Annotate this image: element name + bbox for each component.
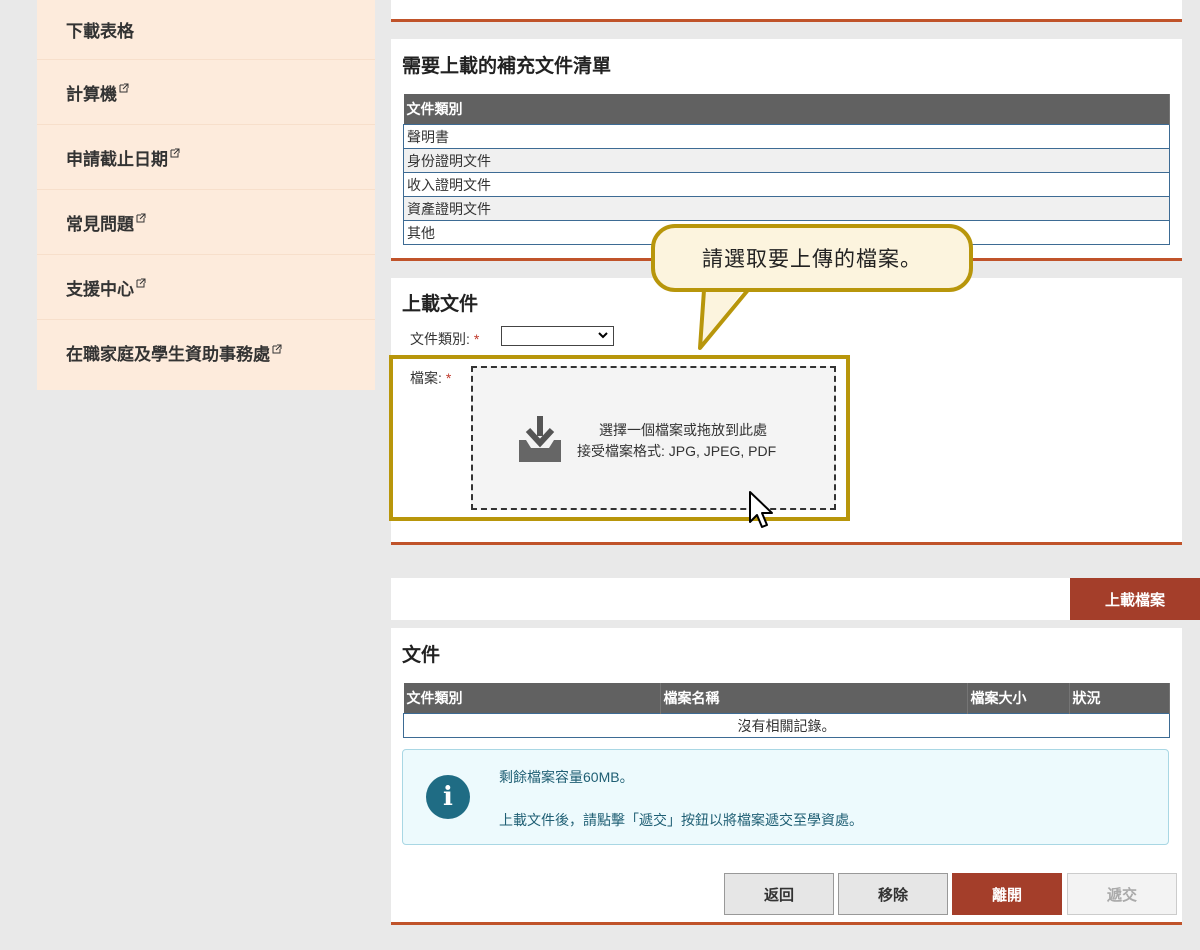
section-title: 文件: [402, 645, 441, 666]
table-row: 身份證明文件: [403, 148, 1170, 173]
file-dropzone[interactable]: 選擇一個檔案或拖放到此處 接受檔案格式: JPG, JPEG, PDF: [471, 366, 836, 510]
dropzone-text: 選擇一個檔案或拖放到此處 接受檔案格式: JPG, JPEG, PDF: [577, 420, 776, 462]
sidebar-item-deadlines[interactable]: 申請截止日期: [37, 125, 375, 190]
label-text: 檔案:: [410, 370, 442, 386]
sidebar-item-calculator[interactable]: 計算機: [37, 60, 375, 125]
top-panel: [391, 0, 1182, 22]
mouse-cursor-icon: [749, 491, 773, 528]
upload-bar: 上載檔案: [391, 578, 1200, 620]
upload-file-button[interactable]: 上載檔案: [1070, 578, 1200, 620]
section-title: 需要上載的補充文件清單: [402, 56, 612, 77]
supplementary-docs-table: 文件類別 聲明書 身份證明文件 收入證明文件 資產證明文件 其他: [403, 94, 1170, 245]
file-label: 檔案: *: [410, 368, 451, 388]
dropzone-formats: 接受檔案格式: JPG, JPEG, PDF: [577, 443, 777, 459]
documents-panel: 文件 文件類別 檔案名稱 檔案大小 狀況 沒有相關記錄。 i 剩餘檔案容量60M…: [391, 628, 1182, 925]
section-title: 上載文件: [402, 294, 479, 315]
info-text: 剩餘檔案容量60MB。: [499, 769, 634, 785]
table-row: 收入證明文件: [403, 172, 1170, 197]
external-link-icon: [170, 148, 180, 158]
documents-table: 文件類別 檔案名稱 檔案大小 狀況 沒有相關記錄。: [403, 683, 1170, 738]
label-text: 文件類別:: [410, 331, 470, 347]
column-header: 文件類別: [403, 94, 1170, 125]
sidebar-item-label: 下載表格: [66, 22, 134, 42]
table-row: 資產證明文件: [403, 196, 1170, 221]
column-header: 狀況: [1069, 683, 1170, 714]
download-tray-icon: [519, 416, 561, 462]
table-row: 聲明書: [403, 124, 1170, 149]
button-label: 離開: [991, 886, 1022, 904]
leave-button[interactable]: 離開: [952, 873, 1062, 915]
tooltip-callout: 請選取要上傳的檔案。: [651, 224, 973, 292]
sidebar-item-label: 申請截止日期: [66, 149, 168, 170]
tooltip-text: 請選取要上傳的檔案。: [702, 248, 922, 271]
sidebar-item-label: 支援中心: [66, 279, 134, 300]
submit-button[interactable]: 遞交: [1067, 873, 1177, 915]
required-mark: *: [473, 331, 480, 347]
chevron-down-icon: [598, 332, 608, 339]
sidebar-item-label: 常見問題: [66, 214, 134, 235]
button-label: 遞交: [1106, 886, 1137, 904]
column-header: 檔案名稱: [660, 683, 968, 714]
doc-type-label: 文件類別: *: [410, 329, 479, 349]
sidebar-item-download-forms[interactable]: 下載表格: [37, 0, 375, 60]
sidebar-item-support[interactable]: 支援中心: [37, 255, 375, 320]
external-link-icon: [272, 344, 282, 353]
remove-button[interactable]: 移除: [838, 873, 948, 915]
sidebar-item-faq[interactable]: 常見問題: [37, 190, 375, 255]
column-header: 檔案大小: [967, 683, 1070, 714]
info-text: 上載文件後，請點擊「遞交」按鈕以將檔案遞交至學資處。: [499, 812, 863, 828]
info-icon: i: [426, 775, 470, 819]
required-mark: *: [445, 370, 452, 386]
button-label: 上載檔案: [1104, 591, 1165, 609]
button-label: 移除: [877, 886, 908, 904]
doc-type-select[interactable]: [501, 326, 614, 346]
back-button[interactable]: 返回: [724, 873, 834, 915]
external-link-icon: [136, 213, 146, 223]
dropzone-instruction: 選擇一個檔案或拖放到此處: [599, 422, 767, 438]
sidebar-nav: 下載表格 計算機 申請截止日期 常見問題 支援中心 在職家庭及學生資助事務處: [37, 0, 375, 390]
sidebar-item-label: 在職家庭及學生資助事務處: [66, 345, 270, 365]
external-link-icon: [119, 83, 129, 93]
empty-row: 沒有相關記錄。: [403, 713, 1170, 738]
sidebar-item-label: 計算機: [66, 84, 117, 105]
external-link-icon: [136, 278, 146, 288]
column-header: 文件類別: [403, 683, 661, 714]
sidebar-item-wfsfaa[interactable]: 在職家庭及學生資助事務處: [37, 320, 375, 385]
button-label: 返回: [763, 886, 794, 904]
info-box: i 剩餘檔案容量60MB。 上載文件後，請點擊「遞交」按鈕以將檔案遞交至學資處。: [402, 749, 1169, 845]
